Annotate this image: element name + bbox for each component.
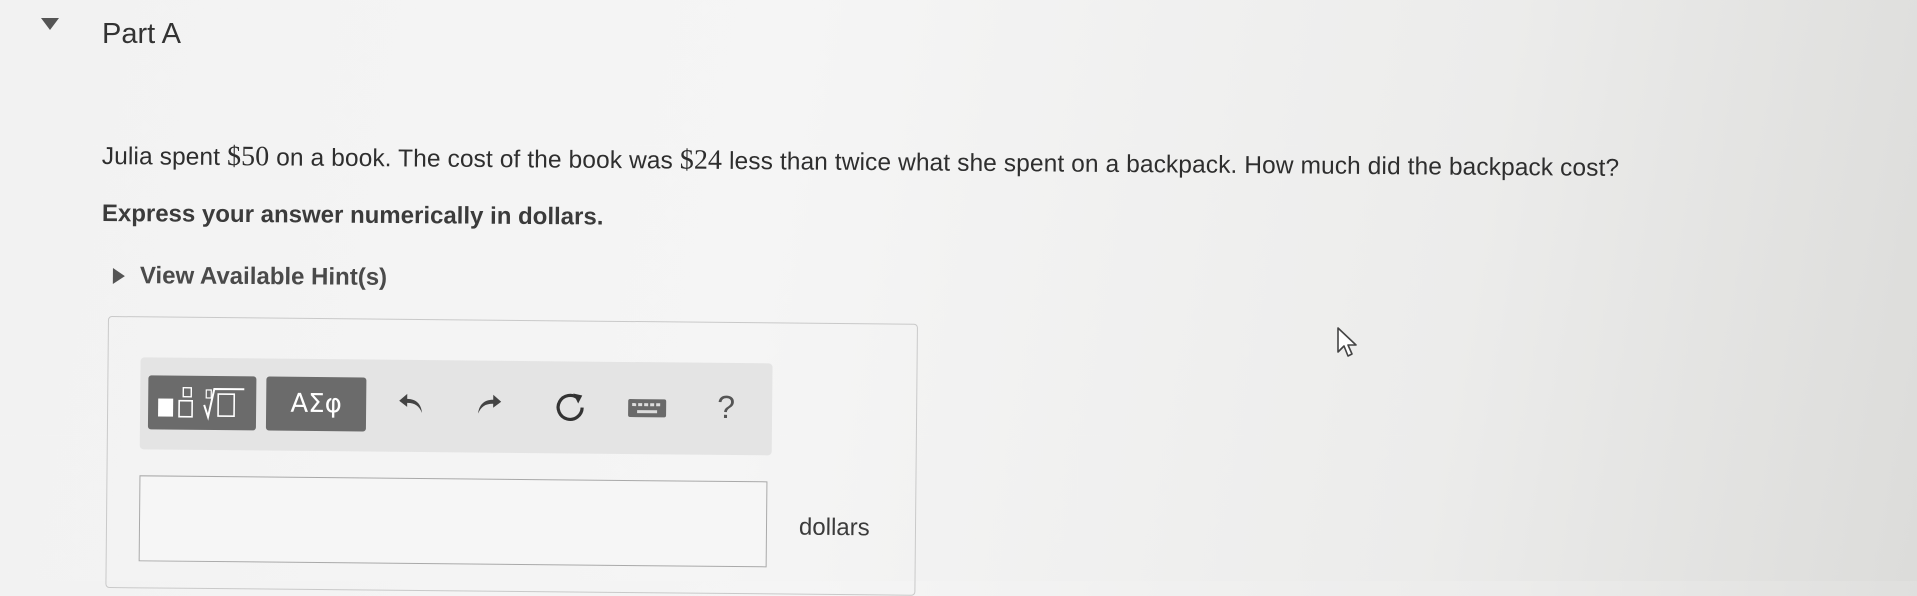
answer-input[interactable] <box>138 475 768 568</box>
keyboard-icon <box>628 399 667 418</box>
part-header <box>40 16 60 32</box>
question-text-3: less than twice what she spent on a back… <box>721 147 1620 182</box>
answer-instruction: Express your answer numerically in dolla… <box>101 200 604 231</box>
redo-button[interactable] <box>468 384 508 424</box>
math-toolbar: ΑΣφ ? <box>139 357 773 456</box>
answer-panel: ΑΣφ ? dollars <box>105 316 918 596</box>
amount-book: $50 <box>226 140 270 173</box>
question-text-1: Julia spent <box>101 142 228 171</box>
amount-difference: $24 <box>679 144 723 176</box>
undo-icon <box>399 393 423 414</box>
templates-button[interactable] <box>147 375 257 431</box>
help-button[interactable]: ? <box>706 383 746 431</box>
question-text: Julia spent $50 on a book. The cost of t… <box>102 140 1620 184</box>
reset-button[interactable] <box>548 385 592 429</box>
redo-icon <box>478 394 502 414</box>
collapse-part-button[interactable] <box>40 16 60 32</box>
symbols-button[interactable]: ΑΣφ <box>265 376 367 432</box>
triangle-down-icon <box>41 18 59 30</box>
undo-button[interactable] <box>392 384 432 424</box>
answer-unit-label: dollars <box>798 513 870 542</box>
question-text-2: on a book. The cost of the book was <box>269 144 680 175</box>
reset-icon <box>556 393 584 421</box>
templates-icon <box>158 387 245 421</box>
mouse-pointer-icon <box>1337 327 1357 357</box>
view-hints-toggle[interactable]: View Available Hint(s) <box>112 262 387 292</box>
view-hints-label: View Available Hint(s) <box>139 262 388 291</box>
triangle-right-icon <box>112 268 125 285</box>
part-title: Part A <box>102 18 181 50</box>
keyboard-button[interactable] <box>622 390 672 426</box>
